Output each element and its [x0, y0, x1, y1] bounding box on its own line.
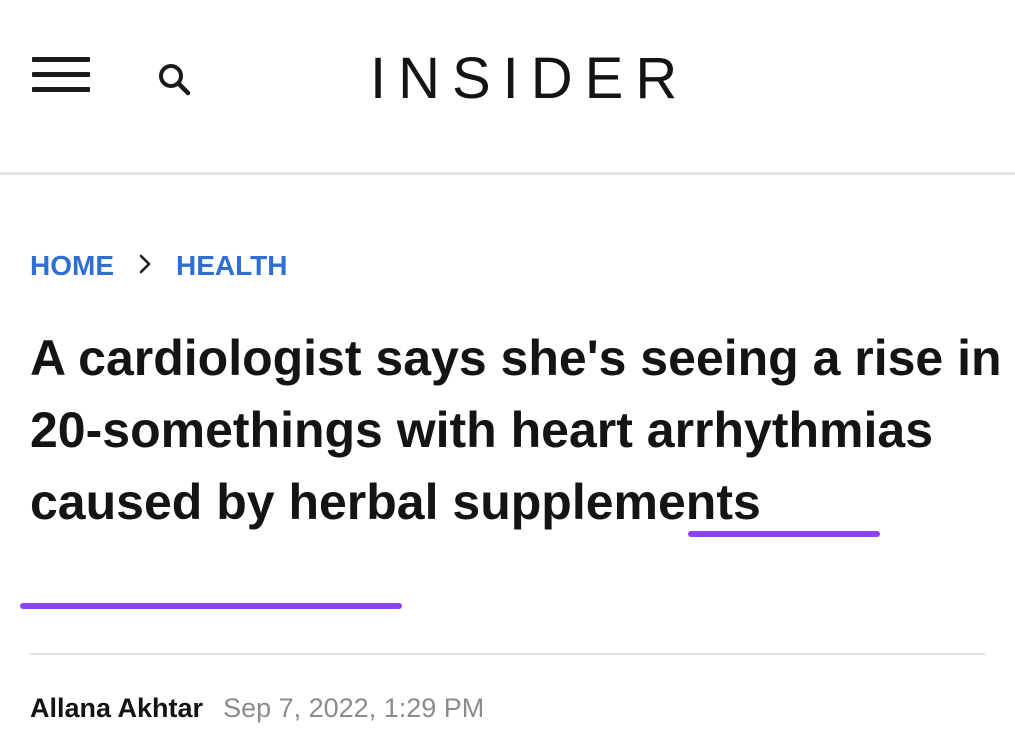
site-logo[interactable]: INSIDER: [370, 44, 700, 114]
byline-divider: [30, 653, 985, 655]
highlight-underline: [688, 531, 880, 537]
header-divider: [0, 172, 1015, 175]
search-icon[interactable]: [155, 60, 199, 100]
publish-date: Sep 7, 2022, 1:29 PM: [223, 692, 485, 723]
author-name[interactable]: Allana Akhtar: [30, 693, 203, 724]
menu-line: [32, 57, 90, 62]
menu-line: [32, 87, 90, 92]
article-headline: A cardiologist says she's seeing a rise …: [30, 330, 1002, 530]
hamburger-menu-icon[interactable]: [30, 55, 92, 95]
search-icon-graphic: [159, 64, 191, 96]
breadcrumb-health-link[interactable]: HEALTH: [176, 250, 287, 282]
breadcrumb: HOME HEALTH: [30, 248, 287, 284]
chevron-right-icon-graphic: [139, 254, 151, 273]
menu-line: [32, 72, 90, 77]
highlight-underline: [20, 603, 402, 609]
breadcrumb-home-link[interactable]: HOME: [30, 250, 114, 282]
byline: Allana Akhtar Sep 7, 2022, 1:29 PM: [30, 688, 484, 728]
chevron-right-icon: [114, 253, 176, 280]
site-header: INSIDER: [0, 0, 1015, 172]
